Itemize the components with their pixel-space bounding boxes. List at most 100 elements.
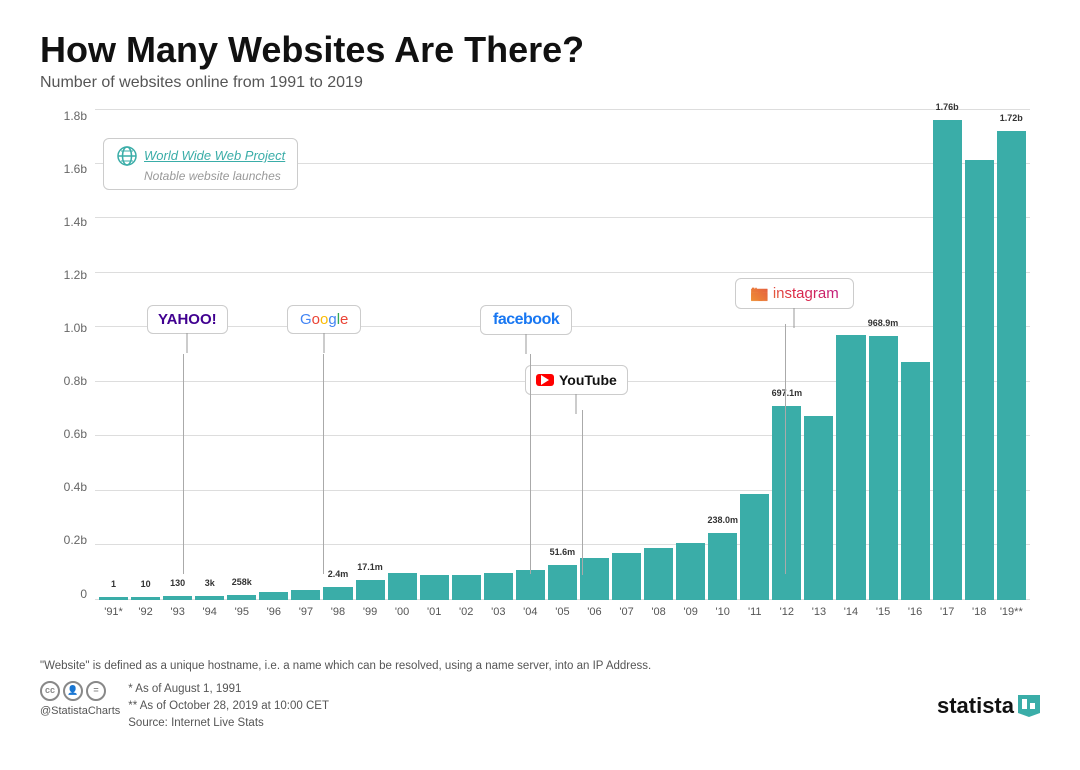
bar xyxy=(516,570,545,599)
x-label: '03 xyxy=(484,606,513,618)
x-label: '19** xyxy=(997,606,1026,618)
bar xyxy=(452,575,481,600)
bar xyxy=(901,362,930,600)
bar-group xyxy=(580,110,609,600)
x-label: '07 xyxy=(612,606,641,618)
bar-group: 968.9m xyxy=(869,110,898,600)
x-label: '17 xyxy=(933,606,962,618)
bar-value-label: 3k xyxy=(205,578,215,588)
instagram-connector xyxy=(785,324,786,574)
x-label: '95 xyxy=(227,606,256,618)
x-label: '18 xyxy=(965,606,994,618)
bar-value-label: 1.72b xyxy=(1000,113,1023,123)
bar xyxy=(580,558,609,600)
x-label: '14 xyxy=(836,606,865,618)
bar xyxy=(259,592,288,599)
x-label: '00 xyxy=(388,606,417,618)
bar-group xyxy=(901,110,930,600)
bar-group xyxy=(612,110,641,600)
footer-note2: ** As of October 28, 2019 at 10:00 CET xyxy=(128,698,329,715)
statista-handle: @StatistaCharts xyxy=(40,703,120,720)
chart-title: How Many Websites Are There? xyxy=(40,30,1040,70)
footer-definition: "Website" is defined as a unique hostnam… xyxy=(40,658,1040,675)
x-axis: '91*'92'93'94'95'96'97'98'99'00'01'02'03… xyxy=(95,600,1030,650)
cc-icon: cc xyxy=(40,681,60,701)
bar xyxy=(484,573,513,600)
chart-inner: 1101303k258k2.4m17.1m51.6m238.0m697.1m96… xyxy=(95,110,1030,600)
bar-group xyxy=(676,110,705,600)
footer-bottom: cc 👤 = @StatistaCharts * As of August 1,… xyxy=(40,679,1040,733)
youtube-connector xyxy=(582,410,583,575)
x-label: '15 xyxy=(869,606,898,618)
bar-value-label: 1 xyxy=(111,579,116,589)
bar-group: 2.4m xyxy=(323,110,352,600)
y-label-04: 0.4b xyxy=(64,481,87,493)
y-label-02: 0.2b xyxy=(64,534,87,546)
footer-left: cc 👤 = @StatistaCharts * As of August 1,… xyxy=(40,679,329,733)
bar-value-label: 238.0m xyxy=(707,515,738,525)
bar-value-label: 1.76b xyxy=(936,102,959,112)
bar-value-label: 697.1m xyxy=(772,388,803,398)
y-label-08: 0.8b xyxy=(64,375,87,387)
x-label: '04 xyxy=(516,606,545,618)
bar-group: 17.1m xyxy=(356,110,385,600)
bar-group xyxy=(420,110,449,600)
bar-group xyxy=(836,110,865,600)
bar xyxy=(804,416,833,600)
statista-brand: statista xyxy=(937,689,1014,722)
x-label: '94 xyxy=(195,606,224,618)
y-label-12: 1.2b xyxy=(64,269,87,281)
x-label: '09 xyxy=(676,606,705,618)
x-label: '08 xyxy=(644,606,673,618)
bar xyxy=(836,335,865,600)
x-label: '97 xyxy=(291,606,320,618)
globe-icon xyxy=(116,145,138,167)
x-label: '99 xyxy=(356,606,385,618)
y-label-06: 0.6b xyxy=(64,428,87,440)
x-label: '06 xyxy=(580,606,609,618)
bar xyxy=(612,553,641,600)
y-axis: 0 0.2b 0.4b 0.6b 0.8b 1.0b 1.2b 1.4b 1.6… xyxy=(40,110,95,600)
youtube-label: YouTube xyxy=(536,371,617,389)
legend-sublabel: Notable website launches xyxy=(116,169,285,183)
bar: 2.4m xyxy=(323,587,352,599)
bar-value-label: 130 xyxy=(170,578,185,588)
footer-note1: * As of August 1, 1991 xyxy=(128,681,329,698)
bar-value-label: 2.4m xyxy=(328,569,349,579)
bar: 697.1m xyxy=(772,406,801,600)
google-connector xyxy=(323,354,324,574)
bar-group xyxy=(740,110,769,600)
bar: 1.72b xyxy=(997,131,1026,599)
x-label: '10 xyxy=(708,606,737,618)
cc-icons: cc 👤 = xyxy=(40,681,120,701)
bar xyxy=(965,160,994,600)
x-label: '05 xyxy=(548,606,577,618)
bar-value-label: 17.1m xyxy=(357,562,383,572)
bar-group: 697.1m xyxy=(772,110,801,600)
y-label-0: 0 xyxy=(80,588,87,600)
statista-logo: statista xyxy=(937,689,1040,722)
x-label: '16 xyxy=(901,606,930,618)
bar: 1.76b xyxy=(933,120,962,599)
x-label: '12 xyxy=(772,606,801,618)
instagram-label: 📷 instagram xyxy=(750,284,839,304)
bar xyxy=(388,573,417,600)
footer: "Website" is defined as a unique hostnam… xyxy=(40,658,1040,733)
yahoo-connector xyxy=(183,354,184,574)
bar: 968.9m xyxy=(869,336,898,600)
bar xyxy=(420,575,449,600)
y-label-10: 1.0b xyxy=(64,322,87,334)
yahoo-label: YAHOO! xyxy=(158,311,217,328)
chart-area: 0 0.2b 0.4b 0.6b 0.8b 1.0b 1.2b 1.4b 1.6… xyxy=(40,110,1040,650)
wwwproject-annotation: World Wide Web Project Notable website l… xyxy=(103,138,298,190)
person-icon: 👤 xyxy=(63,681,83,701)
x-label: '92 xyxy=(131,606,160,618)
bar-value-label: 51.6m xyxy=(550,547,576,557)
bar-group xyxy=(452,110,481,600)
x-label: '98 xyxy=(323,606,352,618)
statista-flag-icon xyxy=(1018,695,1040,717)
equals-icon: = xyxy=(86,681,106,701)
footer-source: Source: Internet Live Stats xyxy=(128,715,329,732)
bar-group xyxy=(484,110,513,600)
bar-group xyxy=(644,110,673,600)
